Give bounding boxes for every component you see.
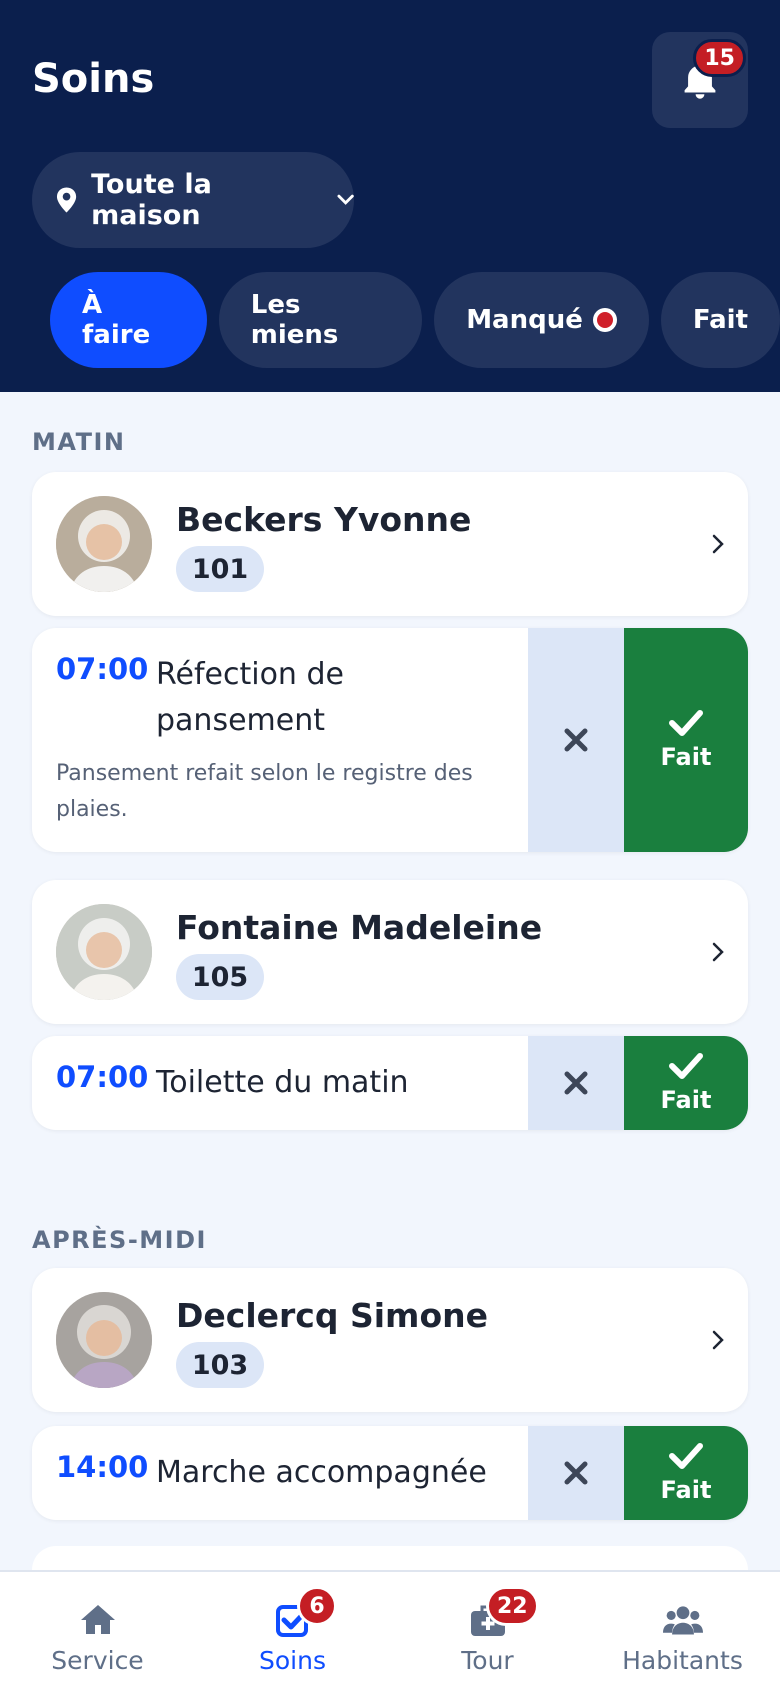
resident-name: Beckers Yvonne	[176, 500, 472, 539]
header: Soins 15 Toute la maison À faire Les mie…	[0, 0, 780, 392]
task-name: Réfection de pansement	[156, 657, 344, 738]
task-body[interactable]: 07:00 Toilette du matin	[32, 1036, 528, 1130]
task-time: 07:00	[56, 652, 149, 686]
nav-label: Service	[51, 1646, 144, 1675]
room-badge: 103	[176, 1342, 264, 1388]
resident-card[interactable]: Declercq Simone 103	[32, 1268, 748, 1412]
tab-a-faire[interactable]: À faire	[50, 272, 207, 368]
tab-label: À faire	[82, 290, 151, 350]
task-card: 14:00 Marche accompagnée Fait	[32, 1426, 748, 1520]
nav-habitants[interactable]: Habitants	[585, 1572, 780, 1688]
room-badge: 101	[176, 546, 264, 592]
done-label: Fait	[660, 1086, 712, 1114]
section-label-apres-midi: APRÈS-MIDI	[32, 1226, 207, 1254]
map-pin-icon	[56, 187, 77, 213]
chevron-down-icon	[337, 194, 354, 205]
close-icon	[564, 1461, 588, 1485]
location-label: Toute la maison	[91, 169, 212, 231]
done-label: Fait	[660, 743, 712, 771]
check-icon	[669, 710, 703, 736]
chevron-right-icon	[712, 1330, 724, 1350]
task-card: 07:00 Réfection de pansement Pansement re…	[32, 628, 748, 852]
skip-button[interactable]	[528, 1036, 624, 1130]
nav-soins[interactable]: Soins 6	[195, 1572, 390, 1688]
tab-fait[interactable]: Fait	[660, 272, 780, 368]
task-name: Marche accompagnée	[156, 1455, 487, 1490]
task-name: Toilette du matin	[156, 1065, 409, 1100]
nav-label: Tour	[461, 1646, 514, 1675]
resident-name: Fontaine Madeleine	[176, 908, 543, 947]
task-time: 14:00	[56, 1450, 149, 1484]
home-icon	[80, 1605, 115, 1634]
tab-manque[interactable]: Manqué	[434, 272, 649, 368]
resident-name: Declercq Simone	[176, 1296, 488, 1335]
users-icon	[662, 1606, 703, 1635]
done-label: Fait	[660, 1476, 712, 1504]
check-icon	[669, 1053, 703, 1079]
nav-tour[interactable]: Tour 22	[390, 1572, 585, 1688]
nav-badge: 22	[486, 1586, 539, 1626]
room-badge: 105	[176, 954, 264, 1000]
location-selector[interactable]: Toute la maison	[32, 152, 354, 248]
page-title: Soins	[32, 56, 155, 102]
close-icon	[564, 728, 588, 752]
done-button[interactable]: Fait	[624, 1426, 748, 1520]
resident-card[interactable]: Fontaine Madeleine 105	[32, 880, 748, 1024]
nav-label: Habitants	[622, 1646, 743, 1675]
nav-badge: 6	[297, 1586, 337, 1626]
resident-card[interactable]: Beckers Yvonne 101	[32, 472, 748, 616]
chevron-right-icon	[712, 534, 724, 554]
notifications-button[interactable]: 15	[652, 32, 748, 128]
check-icon	[669, 1443, 703, 1469]
tab-label: Fait	[692, 305, 748, 335]
tab-les-miens[interactable]: Les miens	[218, 272, 423, 368]
task-card: 07:00 Toilette du matin Fait	[32, 1036, 748, 1130]
tab-label: Manqué	[466, 305, 583, 335]
task-list: MATIN Beckers Yvonne 101 07:00 Réfection …	[0, 392, 780, 1688]
bottom-navigation: Service Soins 6 Tour 22 Habitants	[0, 1570, 780, 1688]
notifications-badge: 15	[693, 39, 746, 77]
task-body[interactable]: 14:00 Marche accompagnée	[32, 1426, 528, 1520]
done-button[interactable]: Fait	[624, 1036, 748, 1130]
avatar	[56, 496, 152, 592]
filter-tabs: À faire Les miens Manqué Fait	[50, 272, 780, 368]
done-button[interactable]: Fait	[624, 628, 748, 852]
close-icon	[564, 1071, 588, 1095]
skip-button[interactable]	[528, 628, 624, 852]
alert-dot-icon	[592, 308, 617, 332]
nav-service[interactable]: Service	[0, 1572, 195, 1688]
section-label-matin: MATIN	[32, 428, 126, 456]
avatar	[56, 904, 152, 1000]
avatar	[56, 1292, 152, 1388]
tab-label: Les miens	[250, 290, 339, 350]
task-body[interactable]: 07:00 Réfection de pansement Pansement re…	[32, 628, 528, 852]
skip-button[interactable]	[528, 1426, 624, 1520]
chevron-right-icon	[712, 942, 724, 962]
nav-label: Soins	[259, 1646, 326, 1675]
task-time: 07:00	[56, 1060, 149, 1094]
task-note: Pansement refait selon le registre des p…	[56, 761, 473, 822]
